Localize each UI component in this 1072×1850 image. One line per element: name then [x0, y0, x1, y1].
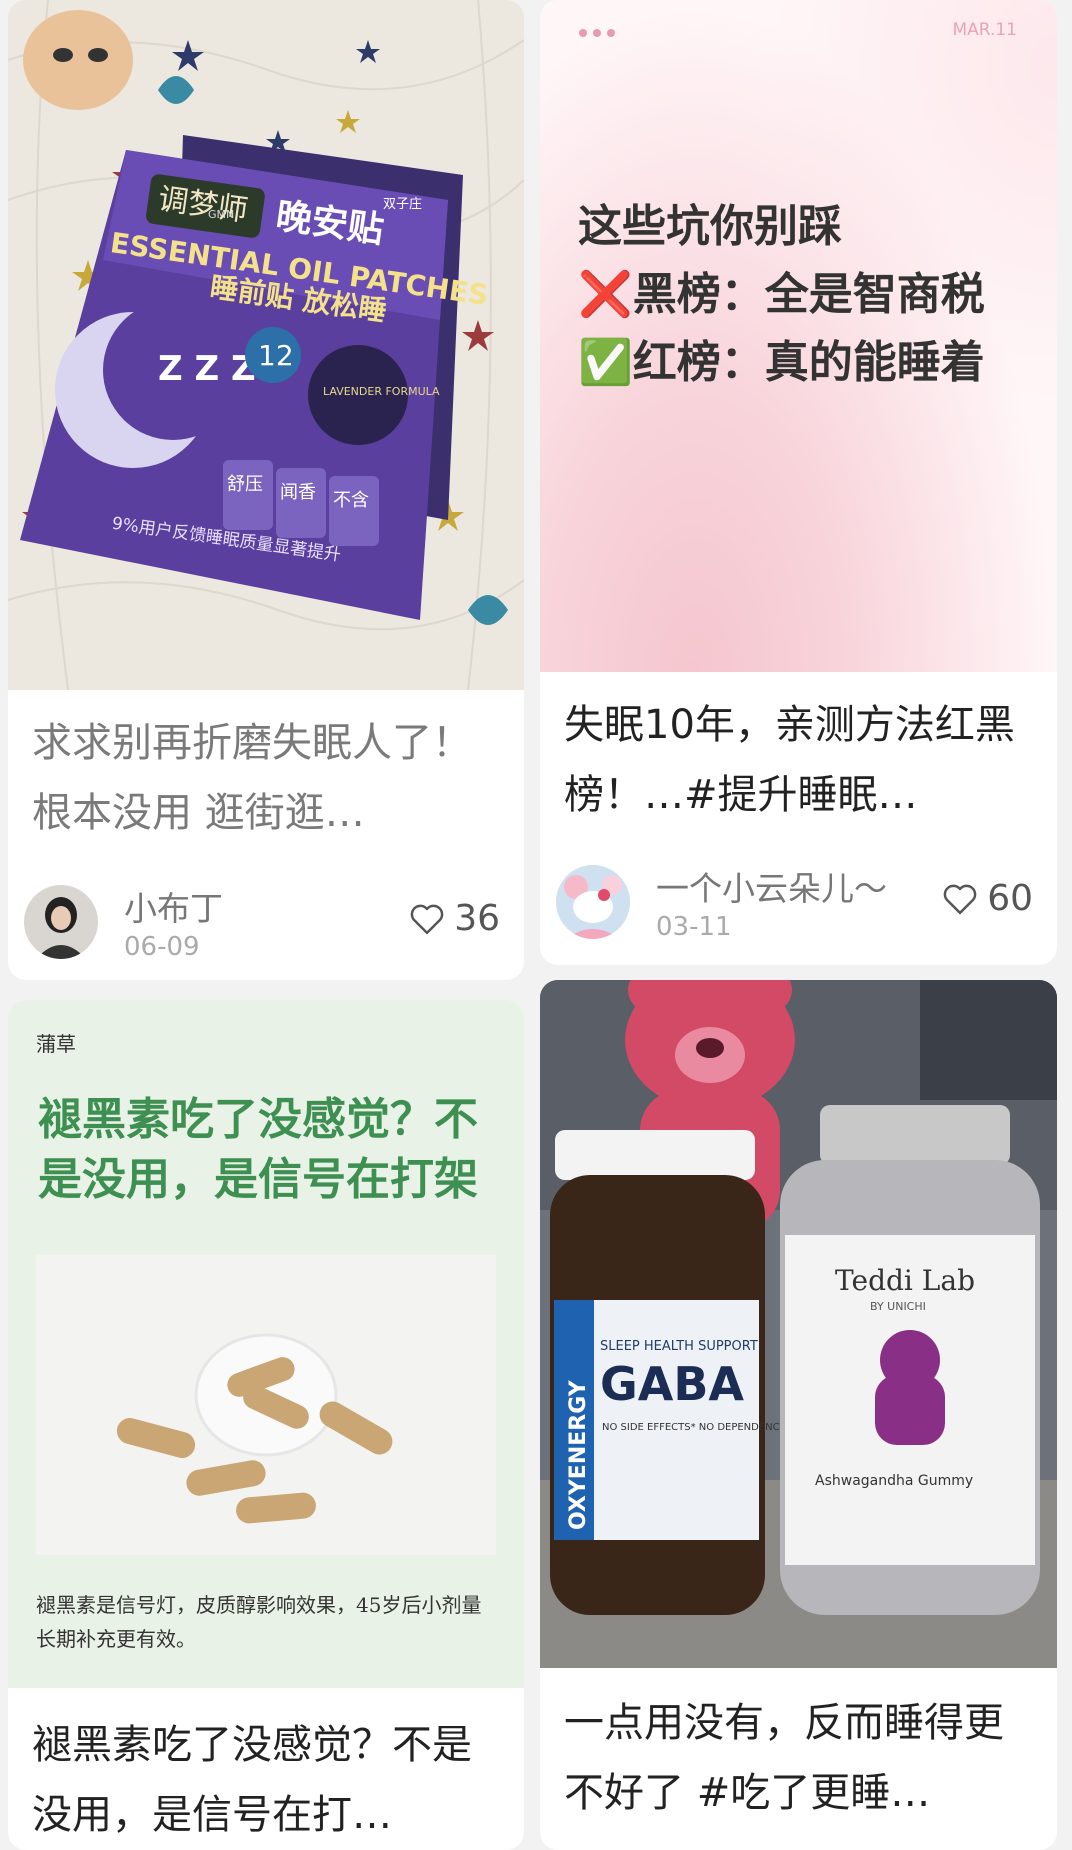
- post-date: 06-09: [124, 932, 200, 962]
- like-button[interactable]: 60: [941, 878, 1033, 919]
- cover-category: 蒲草: [36, 1032, 76, 1056]
- like-count: 60: [987, 878, 1033, 919]
- heart-icon: [943, 884, 977, 914]
- cover-line-2: ❌黑榜：全是智商税: [578, 269, 985, 320]
- bottle1-name: GABA: [600, 1357, 744, 1411]
- cover-headline: 褪黑素吃了没感觉？不是没用，是信号在打架: [38, 1094, 478, 1205]
- capsules-photo: [36, 1255, 496, 1555]
- note-cover-image[interactable]: 调梦师 晚安贴 ESSENTIAL OIL PATCHES 睡前贴 放松睡 Z …: [8, 0, 524, 690]
- note-title[interactable]: 失眠10年，亲测方法红黑榜！…#提升睡眠…: [564, 690, 1029, 830]
- cover-line-1: 这些坑你别踩: [578, 201, 842, 252]
- product-badge-2: 闻香: [280, 482, 316, 503]
- svg-text:Z Z Z: Z Z Z: [158, 349, 256, 389]
- avatar[interactable]: [24, 885, 98, 959]
- cover-photo: 调梦师 晚安贴 ESSENTIAL OIL PATCHES 睡前贴 放松睡 Z …: [8, 0, 524, 690]
- product-brand-sub: GMN: [208, 208, 234, 221]
- product-badge-1: 舒压: [227, 474, 263, 495]
- feed-grid: 调梦师 晚安贴 ESSENTIAL OIL PATCHES 睡前贴 放松睡 Z …: [0, 0, 1072, 1850]
- note-card[interactable]: 调梦师 晚安贴 ESSENTIAL OIL PATCHES 睡前贴 放松睡 Z …: [8, 0, 524, 980]
- cover-line-3: ✅红榜：真的能睡着: [578, 337, 985, 388]
- like-count: 36: [454, 898, 500, 939]
- heart-icon: [410, 904, 444, 934]
- supplement-photo: SLEEP HEALTH SUPPORT GABA NO SIDE EFFECT…: [540, 980, 1057, 1668]
- bottle1-label: SLEEP HEALTH SUPPORT: [600, 1339, 758, 1354]
- bottle1-brand: OXYENERGY: [566, 1379, 591, 1530]
- note-cover-image[interactable]: MAR.11 这些坑你别踩 ❌黑榜：全是智商税 ✅红榜：真的能睡着: [540, 0, 1057, 672]
- note-cover-image[interactable]: 蒲草 褪黑素吃了没感觉？不是没用，是信号在打架 褪黑素是信号灯，皮质醇影响效果，…: [8, 1000, 524, 1688]
- note-card[interactable]: MAR.11 这些坑你别踩 ❌黑榜：全是智商税 ✅红榜：真的能睡着 失眠10年，…: [540, 0, 1057, 965]
- note-footer: 小布丁 06-09 36: [24, 880, 500, 970]
- like-button[interactable]: 36: [408, 898, 500, 939]
- post-date: 03-11: [656, 912, 732, 942]
- note-title[interactable]: 求求别再折磨失眠人了！根本没用 逛街逛…: [32, 708, 496, 848]
- note-card[interactable]: SLEEP HEALTH SUPPORT GABA NO SIDE EFFECT…: [540, 980, 1057, 1850]
- product-maker: 双子庄: [383, 196, 422, 212]
- product-badge-3: 不含: [333, 490, 369, 511]
- note-card[interactable]: 蒲草 褪黑素吃了没感觉？不是没用，是信号在打架 褪黑素是信号灯，皮质醇影响效果，…: [8, 1000, 524, 1850]
- avatar[interactable]: [556, 865, 630, 939]
- cover-caption: 褪黑素是信号灯，皮质醇影响效果，45岁后小剂量长期补充更有效。: [36, 1593, 482, 1651]
- note-cover-image[interactable]: SLEEP HEALTH SUPPORT GABA NO SIDE EFFECT…: [540, 980, 1057, 1668]
- bottle2-name: Ashwagandha Gummy: [815, 1473, 973, 1489]
- note-title[interactable]: 褪黑素吃了没感觉？不是没用，是信号在打…: [32, 1710, 496, 1850]
- note-title[interactable]: 一点用没有，反而睡得更不好了 #吃了更睡…: [564, 1688, 1029, 1828]
- bottle1-note: NO SIDE EFFECTS* NO DEPENDENCY*: [602, 1422, 791, 1433]
- date-tag: MAR.11: [952, 20, 1017, 40]
- note-footer: 一个小云朵儿～ 03-11 60: [556, 860, 1033, 950]
- author-name[interactable]: 一个小云朵儿～: [656, 862, 887, 910]
- bottle2-sub: BY UNICHI: [870, 1300, 926, 1313]
- more-dots-icon: [579, 29, 615, 37]
- author-name[interactable]: 小布丁: [124, 882, 223, 930]
- product-hours: 12: [258, 339, 294, 372]
- bottle2-brand: Teddi Lab: [835, 1264, 975, 1297]
- product-lavender: LAVENDER FORMULA: [323, 385, 440, 398]
